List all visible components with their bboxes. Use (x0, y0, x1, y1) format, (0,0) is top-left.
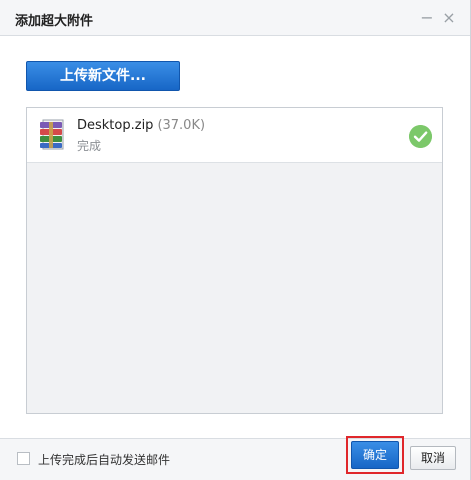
upload-dialog: 添加超大附件 − × 上传新文件... Desktop.zip (37.0K) 完… (0, 0, 471, 480)
check-circle-icon (409, 125, 432, 148)
file-name-line: Desktop.zip (37.0K) (77, 118, 205, 133)
file-name: Desktop.zip (77, 118, 154, 133)
auto-send-label: 上传完成后自动发送邮件 (38, 453, 171, 467)
upload-new-file-button[interactable]: 上传新文件... (26, 61, 180, 91)
ok-button[interactable]: 确定 (351, 441, 399, 469)
auto-send-checkbox[interactable] (17, 452, 30, 465)
file-status: 完成 (77, 139, 102, 153)
winrar-archive-icon (40, 119, 64, 150)
cancel-button[interactable]: 取消 (410, 446, 456, 470)
file-list: Desktop.zip (37.0K) 完成 (26, 107, 443, 414)
close-icon[interactable]: × (440, 9, 458, 27)
dialog-title: 添加超大附件 (15, 14, 94, 29)
minimize-icon[interactable]: − (418, 9, 436, 27)
file-row: Desktop.zip (37.0K) 完成 (27, 108, 442, 163)
file-size: (37.0K) (157, 118, 206, 133)
dialog-titlebar: 添加超大附件 − × (0, 0, 470, 36)
ok-button-highlight: 确定 (346, 436, 404, 474)
